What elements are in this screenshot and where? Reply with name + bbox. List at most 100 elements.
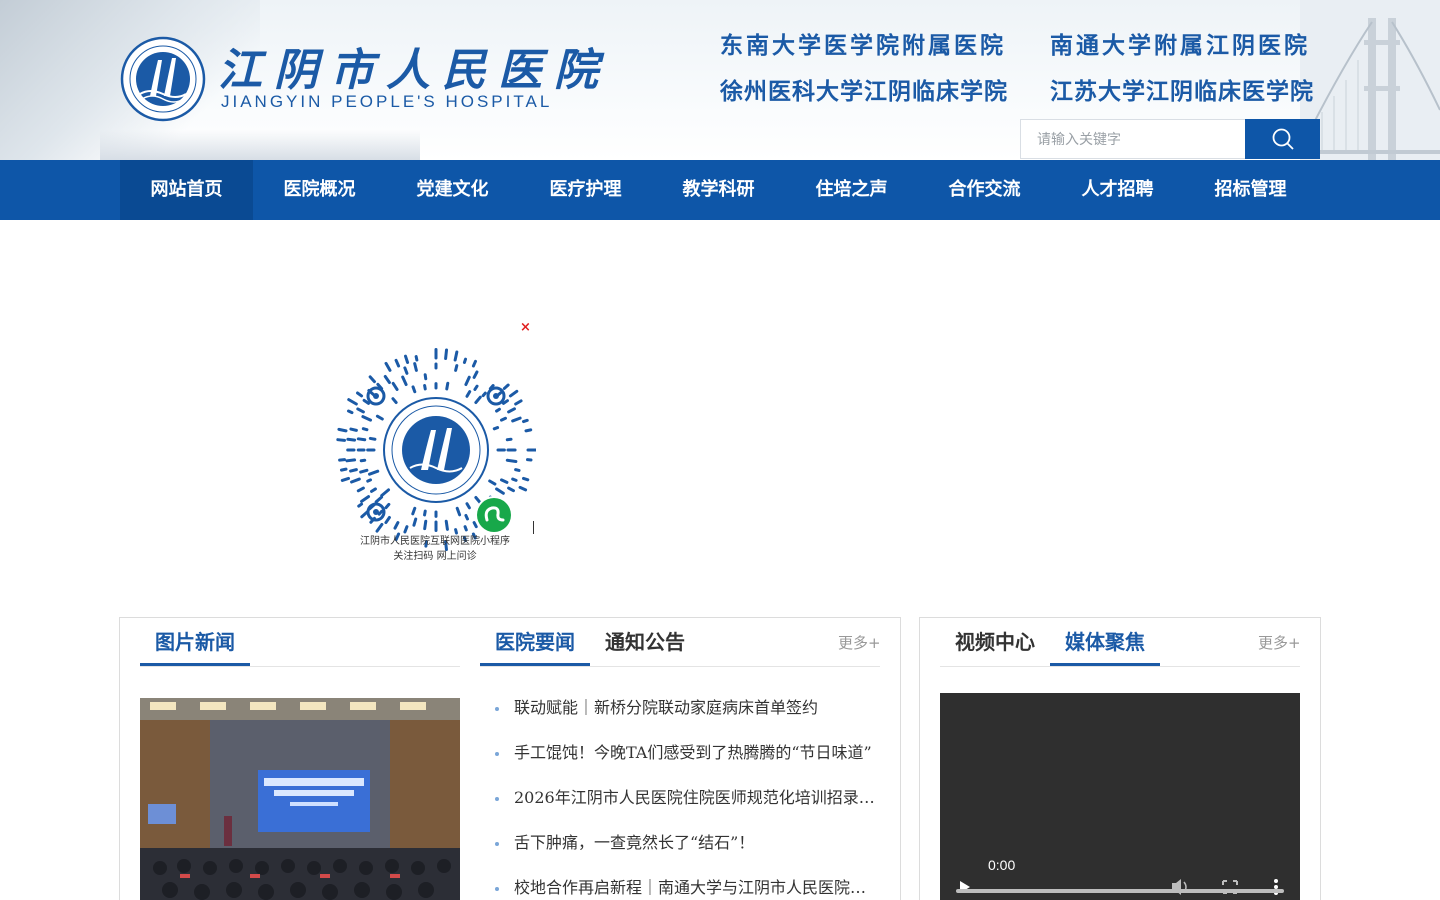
news-item[interactable]: 校地合作再启新程｜南通大学与江阴市人民医院… — [490, 870, 880, 900]
qr-module — [384, 502, 391, 510]
qr-module — [350, 477, 361, 484]
qr-module — [471, 359, 477, 368]
qr-module — [495, 487, 505, 495]
qr-module — [472, 370, 479, 379]
qr-caption-line1: 江阴市人民医院互联网医院小程序 — [360, 536, 510, 547]
qr-caption: 江阴市人民医院互联网医院小程序 关注扫码 网上问诊 — [340, 534, 530, 564]
qr-module — [401, 375, 408, 387]
qr-module — [403, 366, 409, 375]
qr-module — [454, 528, 458, 535]
qr-module — [454, 364, 459, 372]
qr-module — [361, 427, 369, 432]
qr-module — [507, 407, 516, 414]
affiliation-2: 南通大学附属江阴医院 — [1050, 33, 1310, 59]
qr-module — [423, 519, 428, 531]
qr-module — [514, 468, 521, 472]
qr-module — [346, 409, 354, 415]
qr-module — [383, 374, 391, 385]
hospital-name-en: JIANGYIN PEOPLE'S HOSPITAL — [221, 92, 553, 111]
nav-item-residency[interactable]: 住培之声 — [785, 160, 918, 220]
nav-item-about[interactable]: 医院概况 — [253, 160, 386, 220]
qr-module — [377, 509, 384, 516]
qr-module — [507, 486, 515, 493]
qr-module — [345, 458, 357, 463]
tab-media-focus[interactable]: 媒体聚焦 — [1065, 626, 1145, 655]
qr-module — [346, 437, 357, 442]
video-time: 0:00 — [988, 857, 1016, 873]
search-input[interactable] — [1020, 119, 1246, 159]
qr-module — [499, 478, 509, 484]
hospital-logo[interactable] — [120, 36, 206, 122]
media-more-link[interactable]: 更多+ — [1258, 632, 1301, 653]
qr-module — [370, 487, 377, 493]
video-player[interactable]: 0:00 — [940, 693, 1300, 900]
qr-module — [347, 398, 358, 406]
qr-module — [505, 437, 513, 442]
main-nav: 网站首页 医院概况 党建文化 医疗护理 教学科研 住培之声 合作交流 人才招聘 … — [0, 160, 1440, 220]
nav-item-tender[interactable]: 招标管理 — [1184, 160, 1317, 220]
qr-module — [349, 468, 358, 473]
qr-module — [380, 488, 391, 498]
tab-divider-media — [940, 666, 1300, 667]
qr-module — [444, 519, 449, 531]
tab-notices[interactable]: 通知公告 — [605, 626, 685, 655]
qr-module — [521, 418, 529, 424]
tab-video-center[interactable]: 视频中心 — [955, 626, 1035, 655]
qr-module — [349, 427, 358, 432]
nav-item-party-culture[interactable]: 党建文化 — [386, 160, 519, 220]
qr-module — [518, 485, 528, 492]
qr-module — [474, 395, 482, 405]
qr-module — [394, 358, 401, 368]
qr-module — [463, 525, 468, 532]
qr-module — [511, 477, 518, 482]
news-item[interactable]: 手工馄饨！今晚TA们感受到了热腾腾的“节日味道” — [490, 735, 880, 780]
nav-item-recruitment[interactable]: 人才招聘 — [1051, 160, 1184, 220]
qr-module — [499, 416, 507, 422]
tab-hospital-news[interactable]: 医院要闻 — [495, 626, 575, 655]
photo-news-image[interactable] — [140, 698, 460, 900]
qr-module — [423, 509, 427, 517]
qr-module — [501, 399, 509, 405]
bridge-illustration — [1300, 0, 1440, 160]
news-item[interactable]: 舌下肿痛，一查竟然长了“结石”！ — [490, 825, 880, 870]
video-progress-bar[interactable] — [956, 889, 1284, 893]
qr-module — [413, 362, 418, 372]
nav-item-cooperation[interactable]: 合作交流 — [918, 160, 1051, 220]
search-icon — [1272, 128, 1294, 150]
qr-module — [488, 479, 497, 486]
qr-module — [423, 384, 427, 391]
qr-module — [465, 390, 472, 398]
qr-module — [481, 391, 487, 398]
news-item[interactable]: 2026年江阴市人民医院住院医师规范化培训招录… — [490, 780, 880, 825]
hospital-news-list: 联动赋能｜新桥分院联动家庭病床首单签约 手工馄饨！今晚TA们感受到了热腾腾的“节… — [490, 690, 880, 900]
qr-module — [444, 348, 449, 361]
qr-module — [357, 502, 364, 508]
nav-item-medical-nursing[interactable]: 医疗护理 — [519, 160, 652, 220]
qr-module — [384, 361, 392, 372]
nav-item-teaching-research[interactable]: 教学科研 — [652, 160, 785, 220]
qr-module — [514, 399, 523, 406]
site-header: 江阴市人民医院 JIANGYIN PEOPLE'S HOSPITAL 东南大学医… — [0, 0, 1440, 160]
qr-module — [339, 467, 348, 472]
qr-module — [384, 515, 391, 525]
tab-divider-right — [480, 666, 880, 667]
qr-module — [511, 416, 522, 423]
qr-module — [492, 426, 500, 431]
qr-module — [366, 478, 373, 483]
qr-module — [464, 513, 469, 521]
news-more-link[interactable]: 更多+ — [838, 632, 881, 653]
media-panel: 视频中心 媒体聚焦 更多+ 0:00 — [919, 617, 1321, 900]
news-item[interactable]: 联动赋能｜新桥分院联动家庭病床首单签约 — [490, 690, 880, 735]
search-button[interactable] — [1245, 119, 1320, 159]
qr-module — [462, 357, 468, 365]
qr-module — [356, 391, 364, 398]
nav-item-home[interactable]: 网站首页 — [120, 160, 253, 220]
tab-photo-news[interactable]: 图片新闻 — [155, 626, 235, 655]
qr-module — [465, 502, 471, 510]
qr-module — [521, 476, 530, 482]
qr-module — [374, 495, 384, 504]
affiliation-1: 东南大学医学院附属医院 — [720, 33, 1006, 59]
qr-module — [455, 506, 462, 517]
qr-module — [338, 458, 347, 462]
qr-module — [368, 469, 380, 476]
